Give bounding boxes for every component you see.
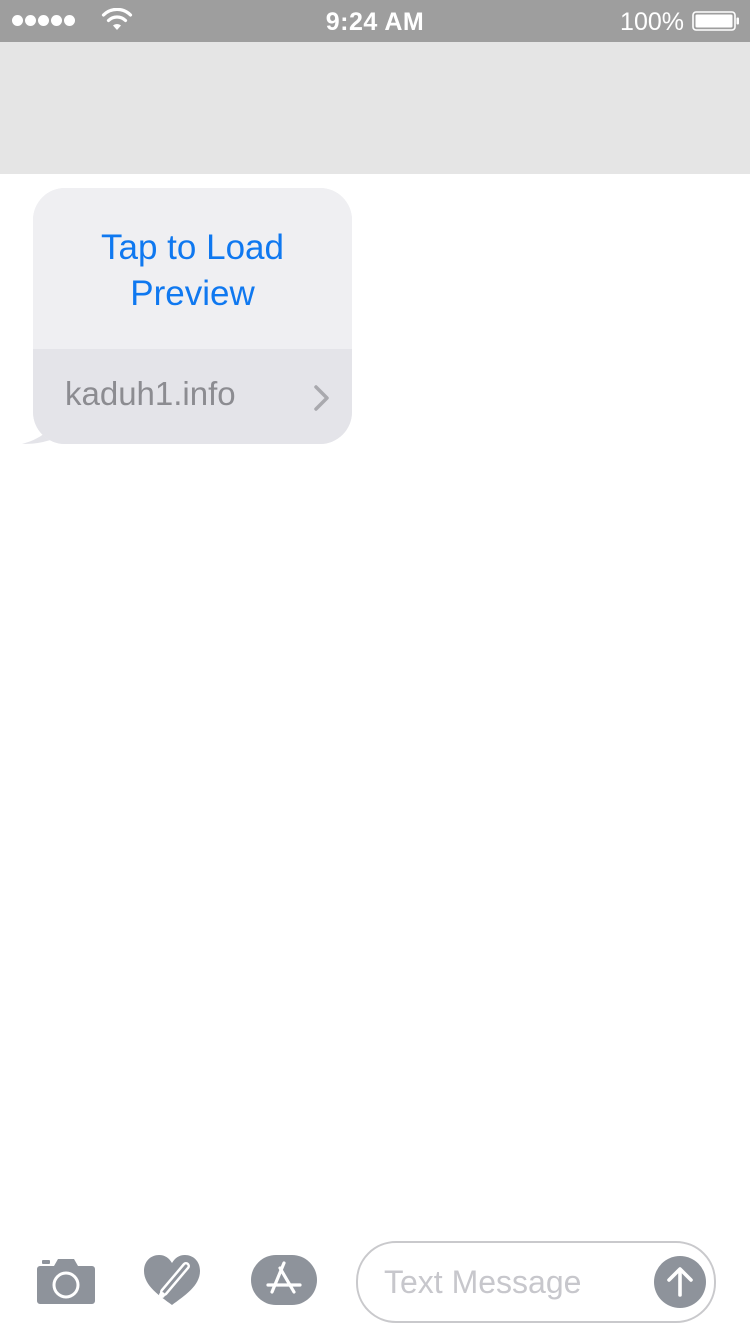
link-domain-row[interactable]: kaduh1.info bbox=[33, 349, 352, 444]
chevron-right-icon bbox=[314, 385, 329, 411]
status-bar: 9:24 AM 100% bbox=[0, 0, 750, 42]
send-button[interactable] bbox=[654, 1256, 706, 1308]
bubble-body[interactable]: Tap to Load Preview kaduh1.info bbox=[33, 188, 352, 444]
tap-to-load-preview[interactable]: Tap to Load Preview bbox=[73, 225, 313, 317]
message-input[interactable] bbox=[384, 1264, 644, 1301]
link-domain: kaduh1.info bbox=[65, 375, 236, 412]
camera-button[interactable] bbox=[36, 1254, 96, 1311]
battery-percent: 100% bbox=[620, 8, 684, 36]
app-store-icon bbox=[251, 1255, 317, 1305]
link-preview-area[interactable]: Tap to Load Preview bbox=[33, 188, 352, 349]
conversation-header bbox=[0, 42, 750, 174]
arrow-up-icon bbox=[667, 1267, 693, 1297]
digital-touch-icon bbox=[144, 1255, 200, 1305]
camera-icon bbox=[37, 1259, 95, 1304]
battery-icon bbox=[692, 11, 739, 31]
message-field[interactable] bbox=[356, 1241, 716, 1323]
link-message-bubble[interactable]: Tap to Load Preview kaduh1.info bbox=[18, 188, 358, 448]
digital-touch-button[interactable] bbox=[142, 1254, 202, 1311]
app-store-button[interactable] bbox=[250, 1254, 318, 1311]
